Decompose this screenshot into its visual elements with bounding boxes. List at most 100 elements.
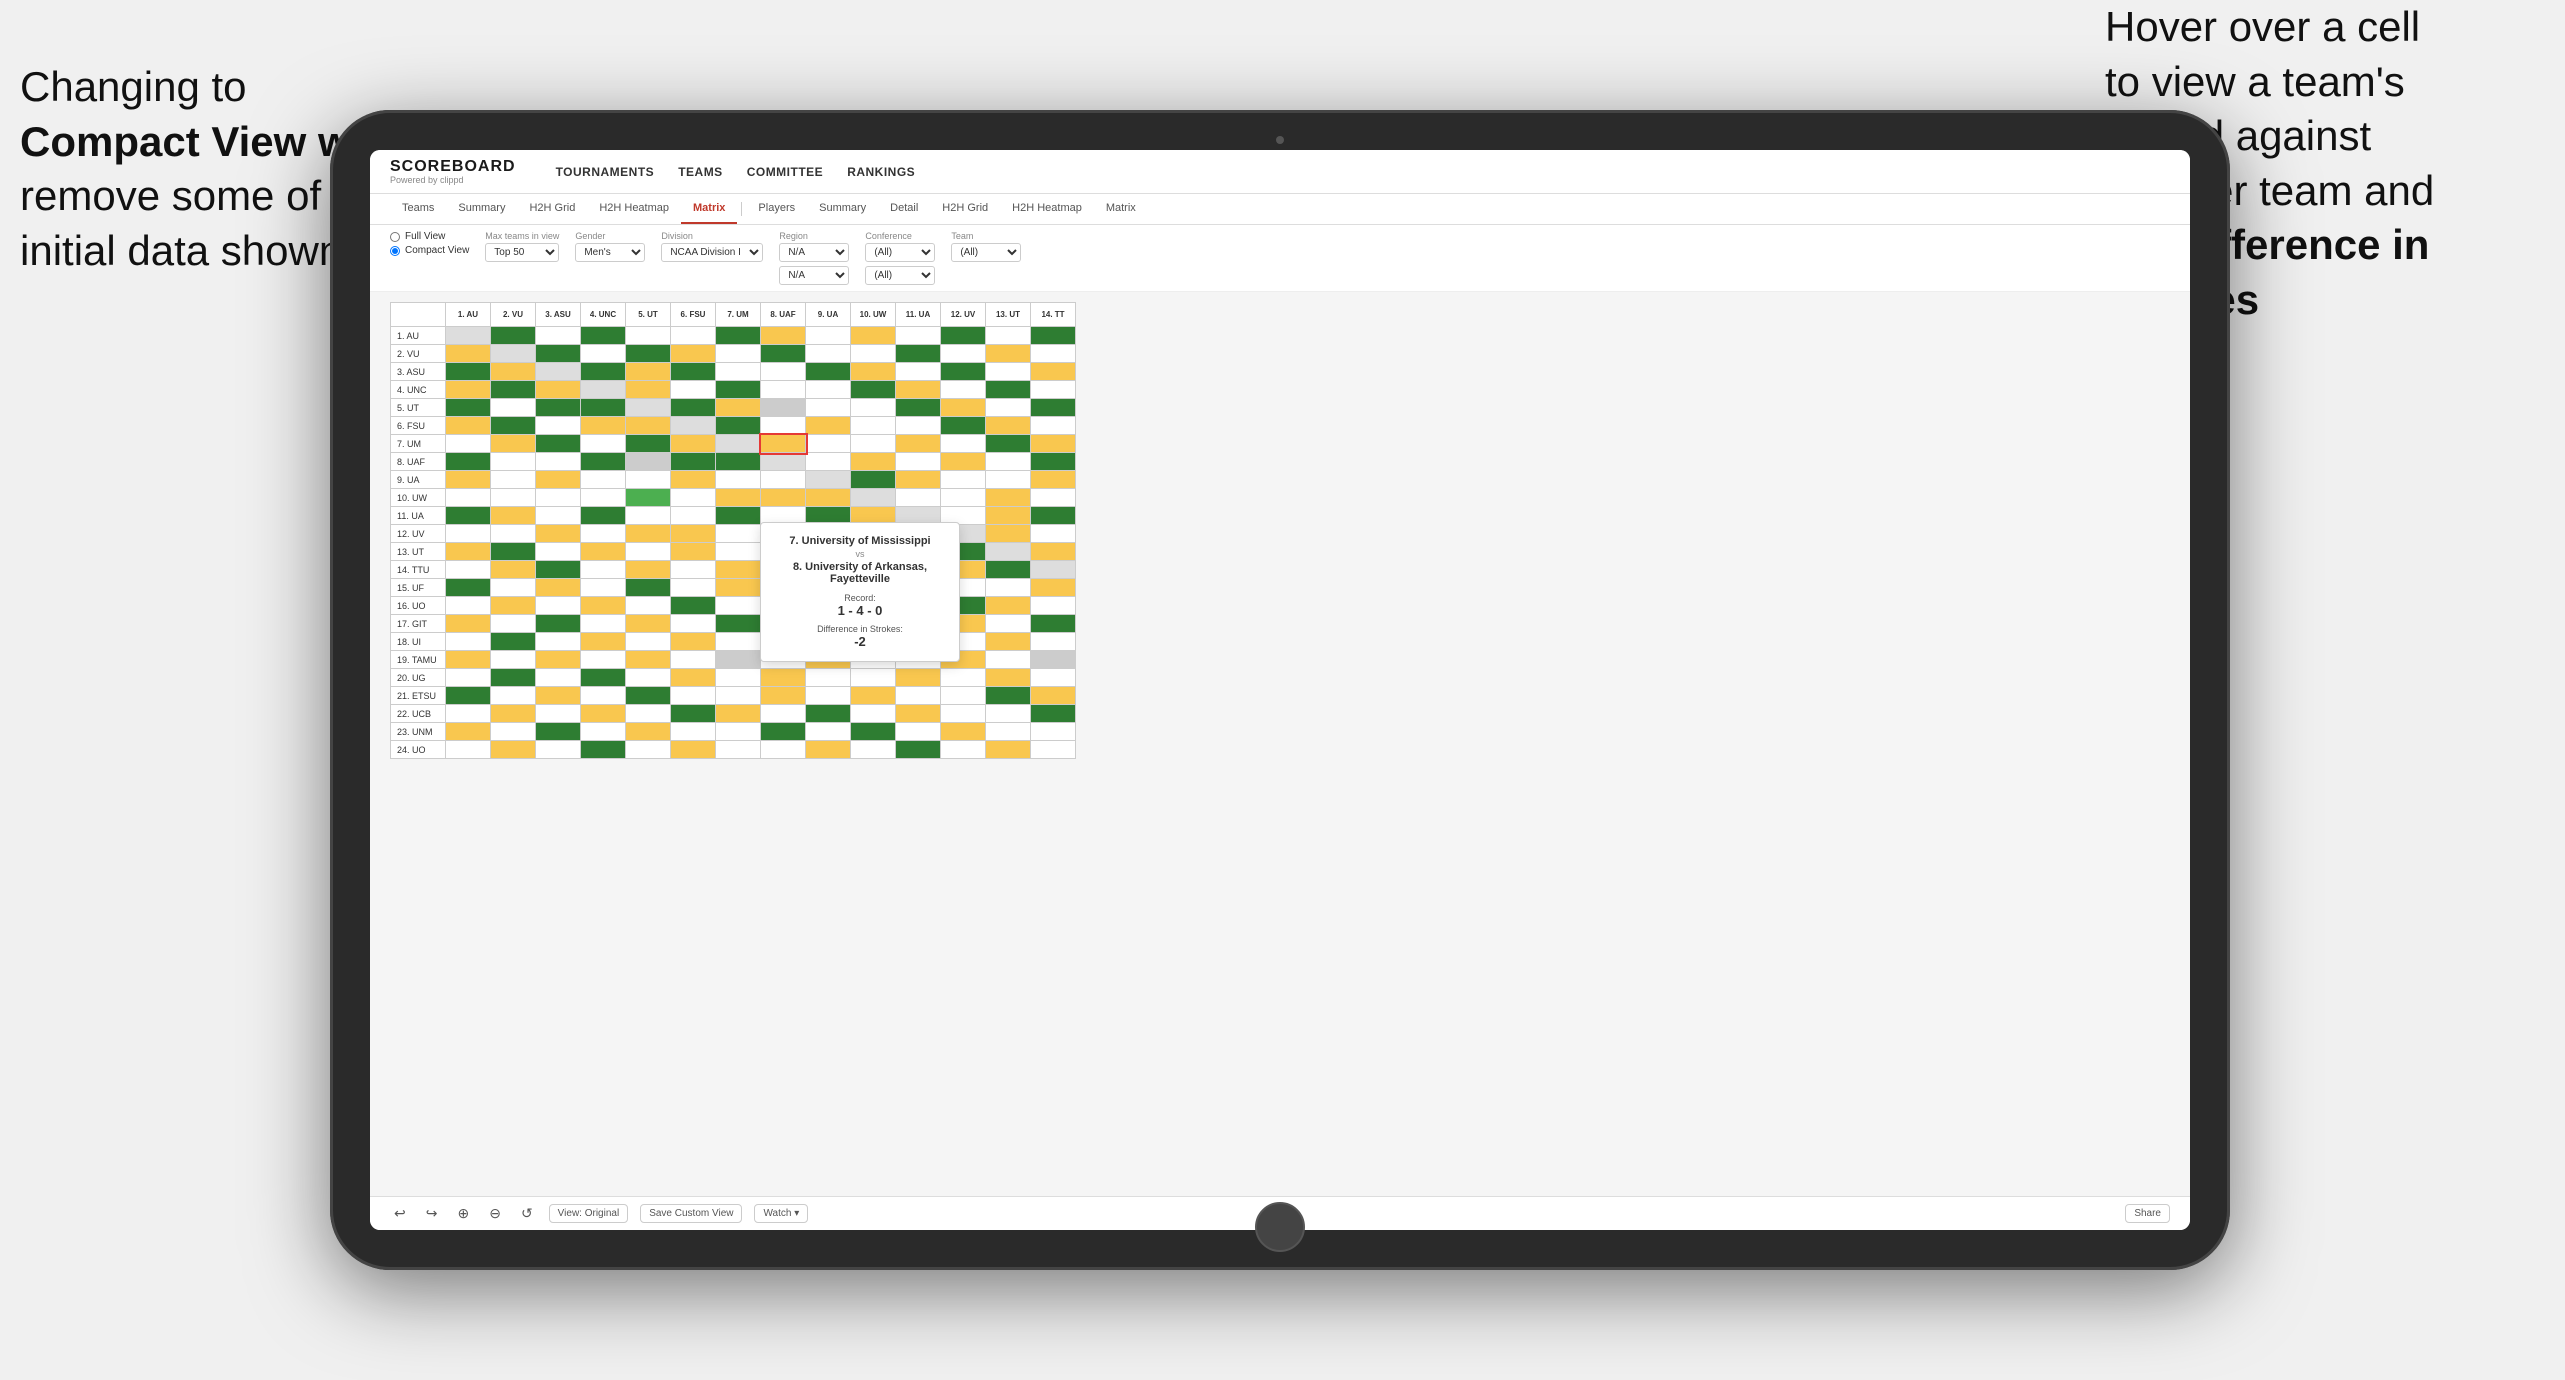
matrix-cell[interactable] [716,723,761,741]
matrix-cell[interactable] [446,705,491,723]
matrix-cell[interactable] [536,633,581,651]
matrix-cell[interactable] [446,453,491,471]
matrix-cell[interactable] [626,633,671,651]
region-select2[interactable]: N/A [779,266,849,285]
matrix-cell[interactable] [941,435,986,453]
matrix-cell[interactable] [851,705,896,723]
matrix-cell[interactable] [896,363,941,381]
matrix-cell[interactable] [986,327,1031,345]
matrix-cell[interactable] [626,579,671,597]
matrix-cell[interactable] [761,453,806,471]
matrix-cell[interactable] [536,651,581,669]
tab-h2h-grid-teams[interactable]: H2H Grid [517,194,587,224]
tab-h2h-heatmap-teams[interactable]: H2H Heatmap [587,194,681,224]
region-select[interactable]: N/A (All) [779,243,849,262]
matrix-cell[interactable] [806,669,851,687]
matrix-cell[interactable] [581,687,626,705]
matrix-cell[interactable] [446,381,491,399]
matrix-cell[interactable] [761,489,806,507]
matrix-cell[interactable] [626,453,671,471]
matrix-cell[interactable] [446,687,491,705]
matrix-cell[interactable] [716,435,761,453]
matrix-cell[interactable] [626,669,671,687]
matrix-cell[interactable] [1031,633,1076,651]
matrix-cell[interactable] [536,705,581,723]
matrix-cell[interactable] [1031,543,1076,561]
matrix-cell[interactable] [536,615,581,633]
reset-button[interactable]: ↺ [517,1203,537,1224]
matrix-cell[interactable] [851,327,896,345]
matrix-cell[interactable] [446,597,491,615]
matrix-cell[interactable] [446,723,491,741]
matrix-cell[interactable] [491,579,536,597]
matrix-cell[interactable] [491,525,536,543]
matrix-cell[interactable] [536,399,581,417]
matrix-cell[interactable] [851,723,896,741]
matrix-cell[interactable] [491,471,536,489]
matrix-area[interactable]: 1. AU 2. VU 3. ASU 4. UNC 5. UT 6. FSU 7… [370,292,2190,1196]
matrix-cell[interactable] [761,399,806,417]
matrix-cell[interactable] [446,579,491,597]
matrix-cell[interactable] [806,723,851,741]
matrix-cell[interactable] [626,543,671,561]
matrix-cell[interactable] [761,345,806,363]
matrix-cell[interactable] [896,705,941,723]
matrix-cell[interactable] [626,381,671,399]
matrix-cell[interactable] [986,381,1031,399]
matrix-cell[interactable] [581,615,626,633]
matrix-cell[interactable] [941,723,986,741]
matrix-cell[interactable] [446,633,491,651]
gender-select[interactable]: Men's [575,243,645,262]
matrix-cell[interactable] [1031,399,1076,417]
matrix-cell[interactable] [896,741,941,759]
matrix-cell[interactable] [1031,471,1076,489]
matrix-cell[interactable] [986,399,1031,417]
matrix-cell[interactable] [581,327,626,345]
compact-view-option[interactable]: Compact View [390,245,469,256]
matrix-cell[interactable] [491,345,536,363]
matrix-cell[interactable] [671,597,716,615]
matrix-cell[interactable] [671,489,716,507]
matrix-cell[interactable] [626,489,671,507]
matrix-cell[interactable] [536,417,581,435]
matrix-cell[interactable] [581,345,626,363]
matrix-cell[interactable] [536,561,581,579]
matrix-cell[interactable] [986,579,1031,597]
matrix-cell[interactable] [491,561,536,579]
matrix-cell[interactable] [491,417,536,435]
matrix-cell[interactable] [896,381,941,399]
tab-summary-players[interactable]: Summary [807,194,878,224]
matrix-cell[interactable] [1031,363,1076,381]
matrix-cell[interactable] [491,723,536,741]
matrix-cell[interactable] [1031,597,1076,615]
matrix-cell[interactable] [716,525,761,543]
matrix-cell[interactable] [536,723,581,741]
matrix-cell[interactable] [446,543,491,561]
matrix-cell[interactable] [536,327,581,345]
matrix-cell[interactable] [536,543,581,561]
matrix-cell[interactable] [761,687,806,705]
matrix-cell[interactable] [446,615,491,633]
matrix-cell[interactable] [716,417,761,435]
matrix-cell[interactable] [986,597,1031,615]
matrix-cell[interactable] [446,417,491,435]
matrix-cell[interactable] [716,597,761,615]
undo-button[interactable]: ↩ [390,1203,410,1224]
matrix-cell[interactable] [851,435,896,453]
matrix-cell[interactable] [986,669,1031,687]
team-select[interactable]: (All) [951,243,1021,262]
matrix-cell[interactable] [986,561,1031,579]
matrix-cell[interactable] [986,489,1031,507]
matrix-cell[interactable] [671,435,716,453]
matrix-cell[interactable] [941,687,986,705]
matrix-cell[interactable] [806,489,851,507]
matrix-cell[interactable] [716,453,761,471]
full-view-option[interactable]: Full View [390,231,469,242]
matrix-cell[interactable] [986,741,1031,759]
matrix-cell[interactable] [806,435,851,453]
matrix-cell[interactable] [626,615,671,633]
matrix-cell[interactable] [581,669,626,687]
matrix-cell[interactable] [986,435,1031,453]
matrix-cell[interactable] [446,345,491,363]
matrix-cell[interactable] [941,417,986,435]
